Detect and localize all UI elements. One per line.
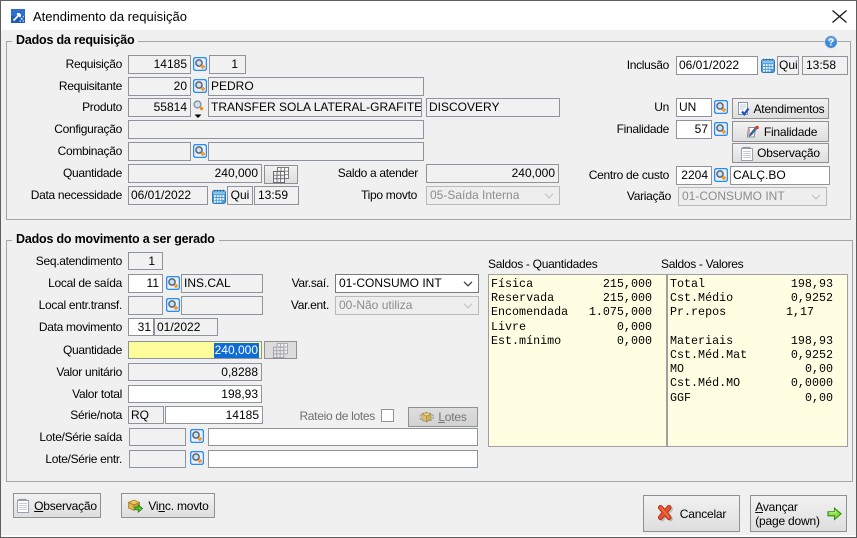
svg-text:?: ? [828, 38, 834, 49]
